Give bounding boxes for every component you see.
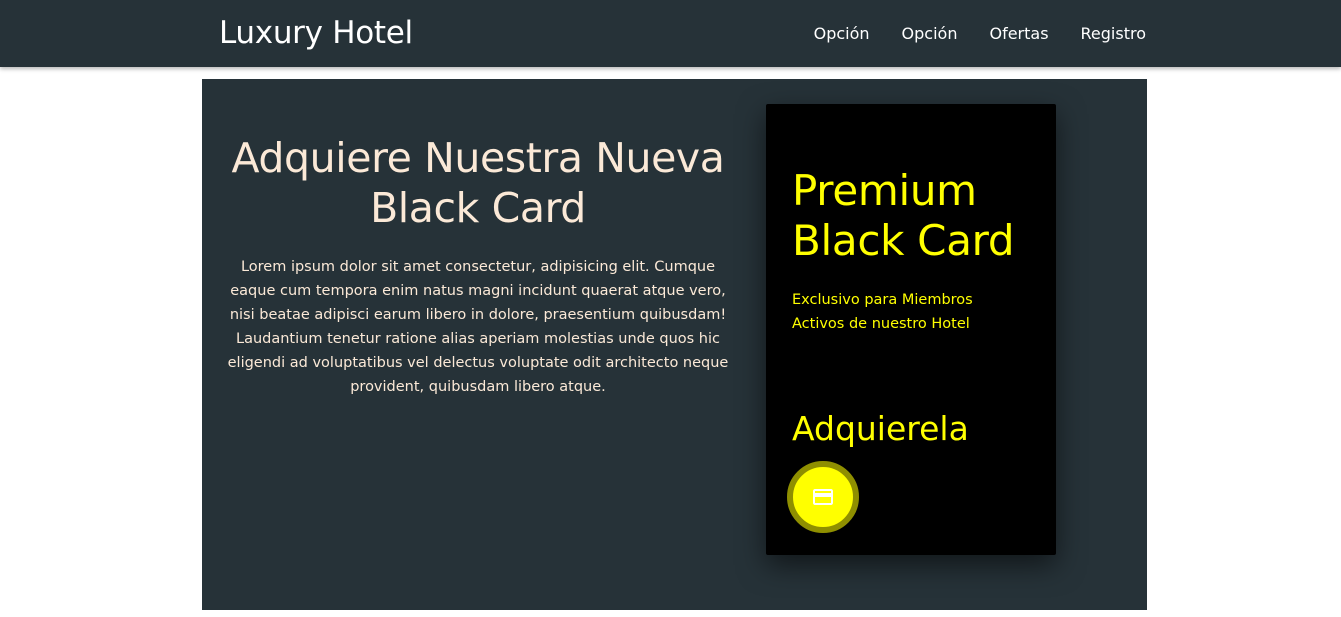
nav-link-registro[interactable]: Registro bbox=[1081, 24, 1146, 44]
nav-links: Opción Opción Ofertas Registro bbox=[782, 0, 1146, 67]
hero-title: Adquiere Nuestra Nueva Black Card bbox=[231, 134, 725, 232]
nav-link-ofertas[interactable]: Ofertas bbox=[989, 24, 1048, 44]
credit-card-icon bbox=[811, 485, 835, 509]
hero-section: Adquiere Nuestra Nueva Black Card Lorem … bbox=[202, 79, 1147, 610]
brand-logo[interactable]: Luxury Hotel bbox=[219, 14, 413, 52]
navbar: Luxury Hotel Opción Opción Ofertas Regis… bbox=[0, 0, 1341, 67]
nav-link-opcion-2[interactable]: Opción bbox=[902, 24, 958, 44]
acquire-card-button[interactable] bbox=[787, 461, 859, 533]
hero-text-block: Adquiere Nuestra Nueva Black Card Lorem … bbox=[212, 133, 744, 399]
hero-description: Lorem ipsum dolor sit amet consectetur, … bbox=[227, 259, 729, 395]
card-cta-title: Adquierela bbox=[792, 409, 969, 448]
card-subtitle: Exclusivo para Miembros Activos de nuest… bbox=[792, 292, 973, 332]
card-title: Premium Black Card bbox=[792, 166, 1015, 265]
black-card: Premium Black Card Exclusivo para Miembr… bbox=[766, 104, 1056, 555]
nav-link-opcion-1[interactable]: Opción bbox=[814, 24, 870, 44]
